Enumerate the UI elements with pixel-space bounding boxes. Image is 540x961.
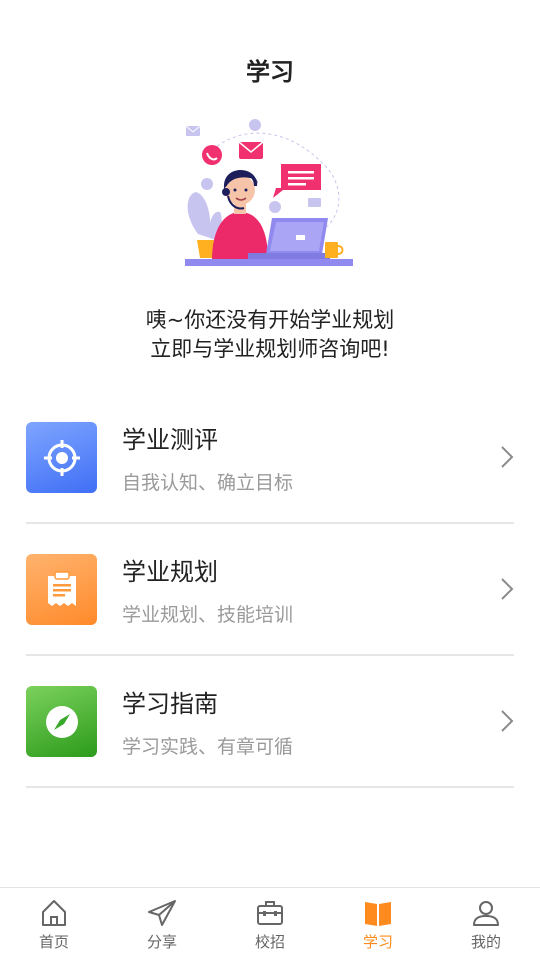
menu-item-title: 学习指南 — [122, 690, 218, 718]
menu-item-subtitle: 学习实践、有章可循 — [122, 736, 294, 758]
tab-mine[interactable]: 我的 — [432, 888, 540, 961]
book-icon — [365, 902, 391, 926]
bottom-tab-bar: 首页 分享 校招 学习 我的 — [0, 887, 540, 961]
feature-menu: 学业测评 自我认知、确立目标 学业规划 学业规划、技能培训 学习指南 学习实践、… — [26, 392, 514, 788]
tab-label: 分享 — [146, 933, 177, 951]
menu-item-title: 学业规划 — [122, 558, 218, 586]
tab-study[interactable]: 学习 — [324, 888, 432, 961]
menu-item-title: 学业测评 — [122, 426, 218, 454]
chevron-right-icon — [501, 578, 514, 600]
empty-state-message: 咦~你还没有开始学业规划 立即与学业规划师咨询吧! — [0, 306, 540, 364]
tab-share[interactable]: 分享 — [108, 888, 216, 961]
clipboard-icon — [26, 554, 97, 625]
briefcase-icon — [257, 901, 283, 925]
tab-label: 校招 — [254, 933, 285, 951]
user-icon — [473, 901, 499, 926]
page-title: 学习 — [246, 58, 294, 86]
chevron-right-icon — [501, 446, 514, 468]
chevron-right-icon — [501, 710, 514, 732]
send-icon — [148, 900, 176, 926]
menu-item-guide[interactable]: 学习指南 学习实践、有章可循 — [26, 656, 514, 788]
empty-state-line1: 咦~你还没有开始学业规划 — [145, 308, 395, 332]
tab-home[interactable]: 首页 — [0, 888, 108, 961]
compass-icon — [26, 686, 97, 757]
tab-label: 学习 — [362, 933, 393, 951]
menu-item-subtitle: 学业规划、技能培训 — [122, 604, 294, 626]
empty-state-line2: 立即与学业规划师咨询吧! — [150, 337, 390, 361]
menu-item-assessment[interactable]: 学业测评 自我认知、确立目标 — [26, 392, 514, 524]
menu-item-planning[interactable]: 学业规划 学业规划、技能培训 — [26, 524, 514, 656]
tab-campus-recruit[interactable]: 校招 — [216, 888, 324, 961]
target-icon — [26, 422, 97, 493]
menu-item-subtitle: 自我认知、确立目标 — [122, 472, 294, 494]
customer-service-illustration — [185, 119, 353, 266]
tab-label: 我的 — [470, 933, 501, 951]
home-icon — [42, 900, 66, 926]
tab-label: 首页 — [38, 933, 69, 951]
